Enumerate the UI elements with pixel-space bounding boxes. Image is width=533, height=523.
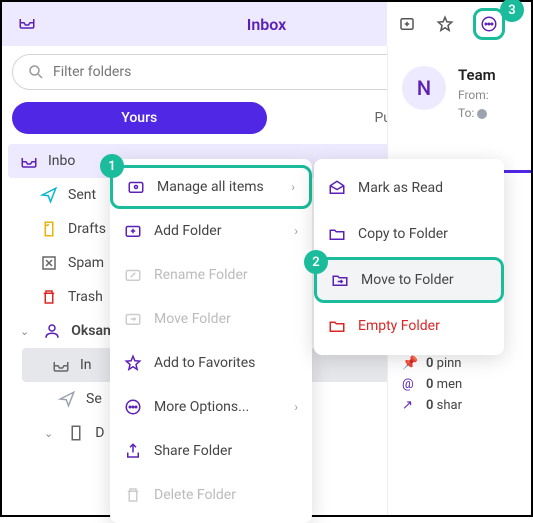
move-icon (124, 310, 142, 328)
menu-label: Add Folder (154, 223, 221, 239)
folder-context-menu: Manage all items › Add Folder › Rename F… (110, 159, 312, 523)
stat-share: ↗ 0 shar (402, 398, 521, 413)
chevron-right-icon: › (291, 180, 295, 194)
menu-label: Rename Folder (154, 267, 248, 283)
menu-mark-read[interactable]: Mark as Read (314, 165, 504, 211)
menu-label: Share Folder (154, 443, 232, 459)
star-icon (124, 354, 142, 372)
folder-label: Trash (68, 289, 103, 305)
folder-label: Sent (68, 187, 96, 203)
rename-icon (124, 266, 142, 284)
menu-share-folder[interactable]: Share Folder (110, 429, 312, 473)
callout-1: 1 (100, 154, 124, 178)
to-label: To: (458, 106, 496, 120)
spam-icon (40, 254, 58, 272)
avatar: N (402, 66, 446, 110)
menu-label: Empty Folder (358, 318, 440, 334)
menu-label: More Options... (154, 399, 249, 415)
star-icon[interactable] (435, 14, 455, 34)
trash-icon (124, 486, 142, 504)
folder-move-icon (331, 271, 349, 289)
folder-label: Se (86, 391, 102, 407)
menu-move-folder: Move Folder (110, 297, 312, 341)
sender-name: Team (458, 66, 496, 84)
folder-label: In (80, 357, 92, 373)
chevron-right-icon: › (294, 400, 298, 414)
from-label: From: (458, 88, 496, 102)
menu-label: Move to Folder (361, 272, 454, 288)
add-folder-icon (124, 222, 142, 240)
menu-label: Copy to Folder (358, 226, 448, 242)
menu-move-to-folder[interactable]: Move to Folder (314, 257, 504, 303)
trash-icon (40, 288, 58, 306)
menu-copy-folder[interactable]: Copy to Folder (314, 211, 504, 257)
more-icon (124, 398, 142, 416)
folder-label: Oksan (71, 323, 111, 339)
menu-label: Mark as Read (358, 180, 443, 196)
chevron-right-icon: › (294, 224, 298, 238)
inbox-tray-icon (18, 13, 36, 35)
folder-label: D (95, 425, 104, 441)
search-icon (27, 63, 45, 81)
menu-more-options[interactable]: More Options... › (110, 385, 312, 429)
archive-icon[interactable] (397, 14, 417, 34)
sent-icon (40, 186, 58, 204)
tab-yours[interactable]: Yours (12, 102, 267, 134)
folder-label: Spam (68, 255, 104, 271)
folder-label: Inbo (48, 153, 75, 169)
pin-icon: 📌 (402, 356, 418, 371)
inbox-icon (52, 356, 70, 374)
sent-icon (58, 390, 76, 408)
menu-label: Move Folder (154, 311, 231, 327)
mail-open-icon (328, 179, 346, 197)
menu-label: Delete Folder (154, 487, 236, 503)
manage-icon (127, 178, 145, 196)
at-icon: @ (402, 377, 418, 392)
menu-empty-folder[interactable]: Empty Folder (314, 303, 504, 349)
menu-manage-all-items[interactable]: Manage all items › (110, 165, 312, 209)
menu-add-favorites[interactable]: Add to Favorites (110, 341, 312, 385)
folder-icon (67, 424, 85, 442)
drafts-icon (40, 220, 58, 238)
menu-delete-folder: Delete Folder (110, 473, 312, 517)
stat-pinned: 📌 0 pinn (402, 356, 521, 371)
chevron-down-icon: ⌄ (20, 325, 29, 338)
folder-empty-icon (328, 317, 346, 335)
manage-items-submenu: Mark as Read Copy to Folder Move to Fold… (314, 159, 504, 355)
share-icon: ↗ (402, 398, 418, 413)
menu-rename-folder: Rename Folder (110, 253, 312, 297)
stat-mentions: @ 0 men (402, 377, 521, 392)
folder-label: Drafts (68, 221, 106, 237)
menu-add-folder[interactable]: Add Folder › (110, 209, 312, 253)
menu-label: Add to Favorites (154, 355, 255, 371)
folder-icon (328, 225, 346, 243)
chevron-down-icon: ⌄ (44, 427, 53, 440)
menu-label: Manage all items (157, 179, 264, 195)
inbox-icon (20, 152, 38, 170)
user-icon (43, 322, 61, 340)
share-icon (124, 442, 142, 460)
callout-2: 2 (304, 250, 328, 274)
